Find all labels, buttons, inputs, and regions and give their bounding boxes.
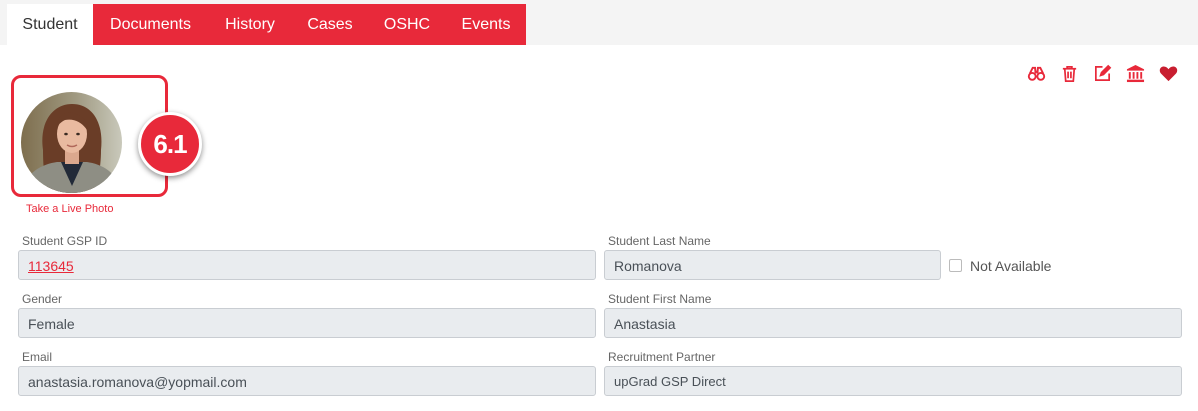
- gender-field[interactable]: Female: [18, 308, 596, 338]
- first-name-label: Student First Name: [608, 292, 712, 306]
- email-field[interactable]: anastasia.romanova@yopmail.com: [18, 366, 596, 396]
- last-name-label: Student Last Name: [608, 234, 711, 248]
- last-name-field[interactable]: Romanova: [604, 250, 941, 280]
- tab-cases[interactable]: Cases: [292, 4, 368, 45]
- tab-bar: Student Documents History Cases OSHC Eve…: [0, 0, 1198, 45]
- email-label: Email: [22, 350, 53, 364]
- action-toolbar: [1027, 64, 1178, 83]
- gsp-id-link[interactable]: 113645: [28, 258, 74, 274]
- bank-icon[interactable]: [1126, 64, 1145, 83]
- tab-documents[interactable]: Documents: [93, 4, 208, 45]
- tab-student[interactable]: Student: [7, 4, 93, 45]
- step-badge: 6.1: [138, 112, 202, 176]
- heart-icon[interactable]: [1159, 64, 1178, 83]
- tab-oshc[interactable]: OSHC: [368, 4, 446, 45]
- gsp-id-label: Student GSP ID: [22, 234, 108, 248]
- gender-label: Gender: [22, 292, 63, 306]
- not-available-checkbox[interactable]: [949, 259, 962, 272]
- gsp-id-field[interactable]: 113645: [18, 250, 596, 280]
- binoculars-icon[interactable]: [1027, 64, 1046, 83]
- take-live-photo-link[interactable]: Take a Live Photo: [26, 203, 113, 215]
- first-name-field[interactable]: Anastasia: [604, 308, 1182, 338]
- tab-history[interactable]: History: [208, 4, 292, 45]
- recruitment-partner-field[interactable]: upGrad GSP Direct: [604, 366, 1182, 396]
- not-available-label: Not Available: [970, 258, 1052, 274]
- edit-icon[interactable]: [1093, 64, 1112, 83]
- tab-events[interactable]: Events: [446, 4, 526, 45]
- trash-icon[interactable]: [1060, 64, 1079, 83]
- avatar[interactable]: [21, 92, 122, 193]
- recruitment-partner-label: Recruitment Partner: [608, 350, 716, 364]
